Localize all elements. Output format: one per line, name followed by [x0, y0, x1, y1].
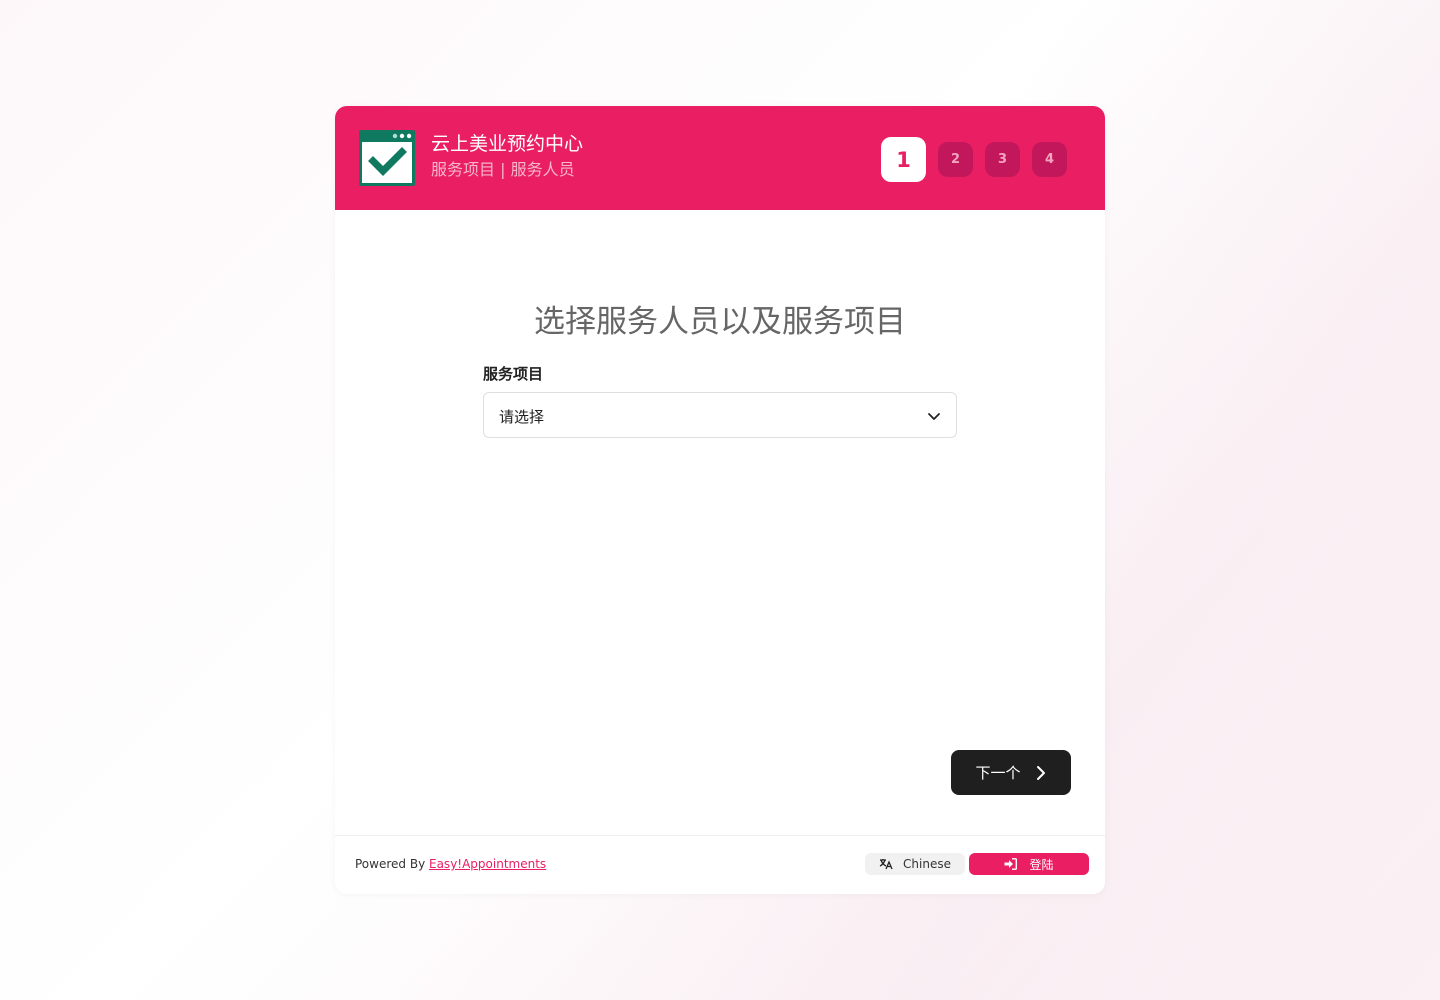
step-4[interactable]: 4	[1032, 142, 1067, 177]
service-label: 服务项目	[483, 365, 544, 383]
wizard-steps: 1 2 3 4	[881, 137, 1067, 182]
chevron-down-icon	[926, 408, 942, 424]
step-2[interactable]: 2	[938, 142, 973, 177]
sign-in-icon	[1004, 858, 1018, 870]
page-title: 选择服务人员以及服务项目	[534, 304, 906, 340]
calendar-check-icon	[359, 130, 415, 186]
wizard-header: 云上美业预约中心 服务项目 | 服务人员 1 2 3 4	[335, 106, 1105, 210]
chevron-right-icon	[1036, 765, 1045, 780]
language-button[interactable]: Chinese	[865, 853, 965, 875]
service-select[interactable]: 请选择	[483, 392, 957, 438]
booking-wizard-card: 云上美业预约中心 服务项目 | 服务人员 1 2 3 4 选择服务人员以及服务项…	[335, 106, 1105, 894]
next-button-label: 下一个	[975, 764, 1021, 782]
header-subtitle: 服务项目 | 服务人员	[431, 160, 575, 179]
powered-by: Powered By Easy!Appointments	[355, 857, 546, 871]
step-3[interactable]: 3	[985, 142, 1020, 177]
company-name: 云上美业预约中心	[431, 133, 584, 155]
next-button[interactable]: 下一个	[951, 750, 1071, 795]
language-label: Chinese	[903, 857, 951, 871]
login-label: 登陆	[1029, 857, 1054, 872]
service-select-value: 请选择	[499, 408, 545, 426]
company-info: 云上美业预约中心 服务项目 | 服务人员	[431, 132, 583, 182]
footer: Powered By Easy!Appointments Chinese 登陆	[335, 835, 1105, 894]
easy-appointments-link[interactable]: Easy!Appointments	[429, 857, 546, 871]
translate-icon	[879, 859, 893, 870]
step-1[interactable]: 1	[881, 137, 926, 182]
powered-by-text: Powered By	[355, 857, 426, 871]
login-button[interactable]: 登陆	[969, 853, 1089, 875]
